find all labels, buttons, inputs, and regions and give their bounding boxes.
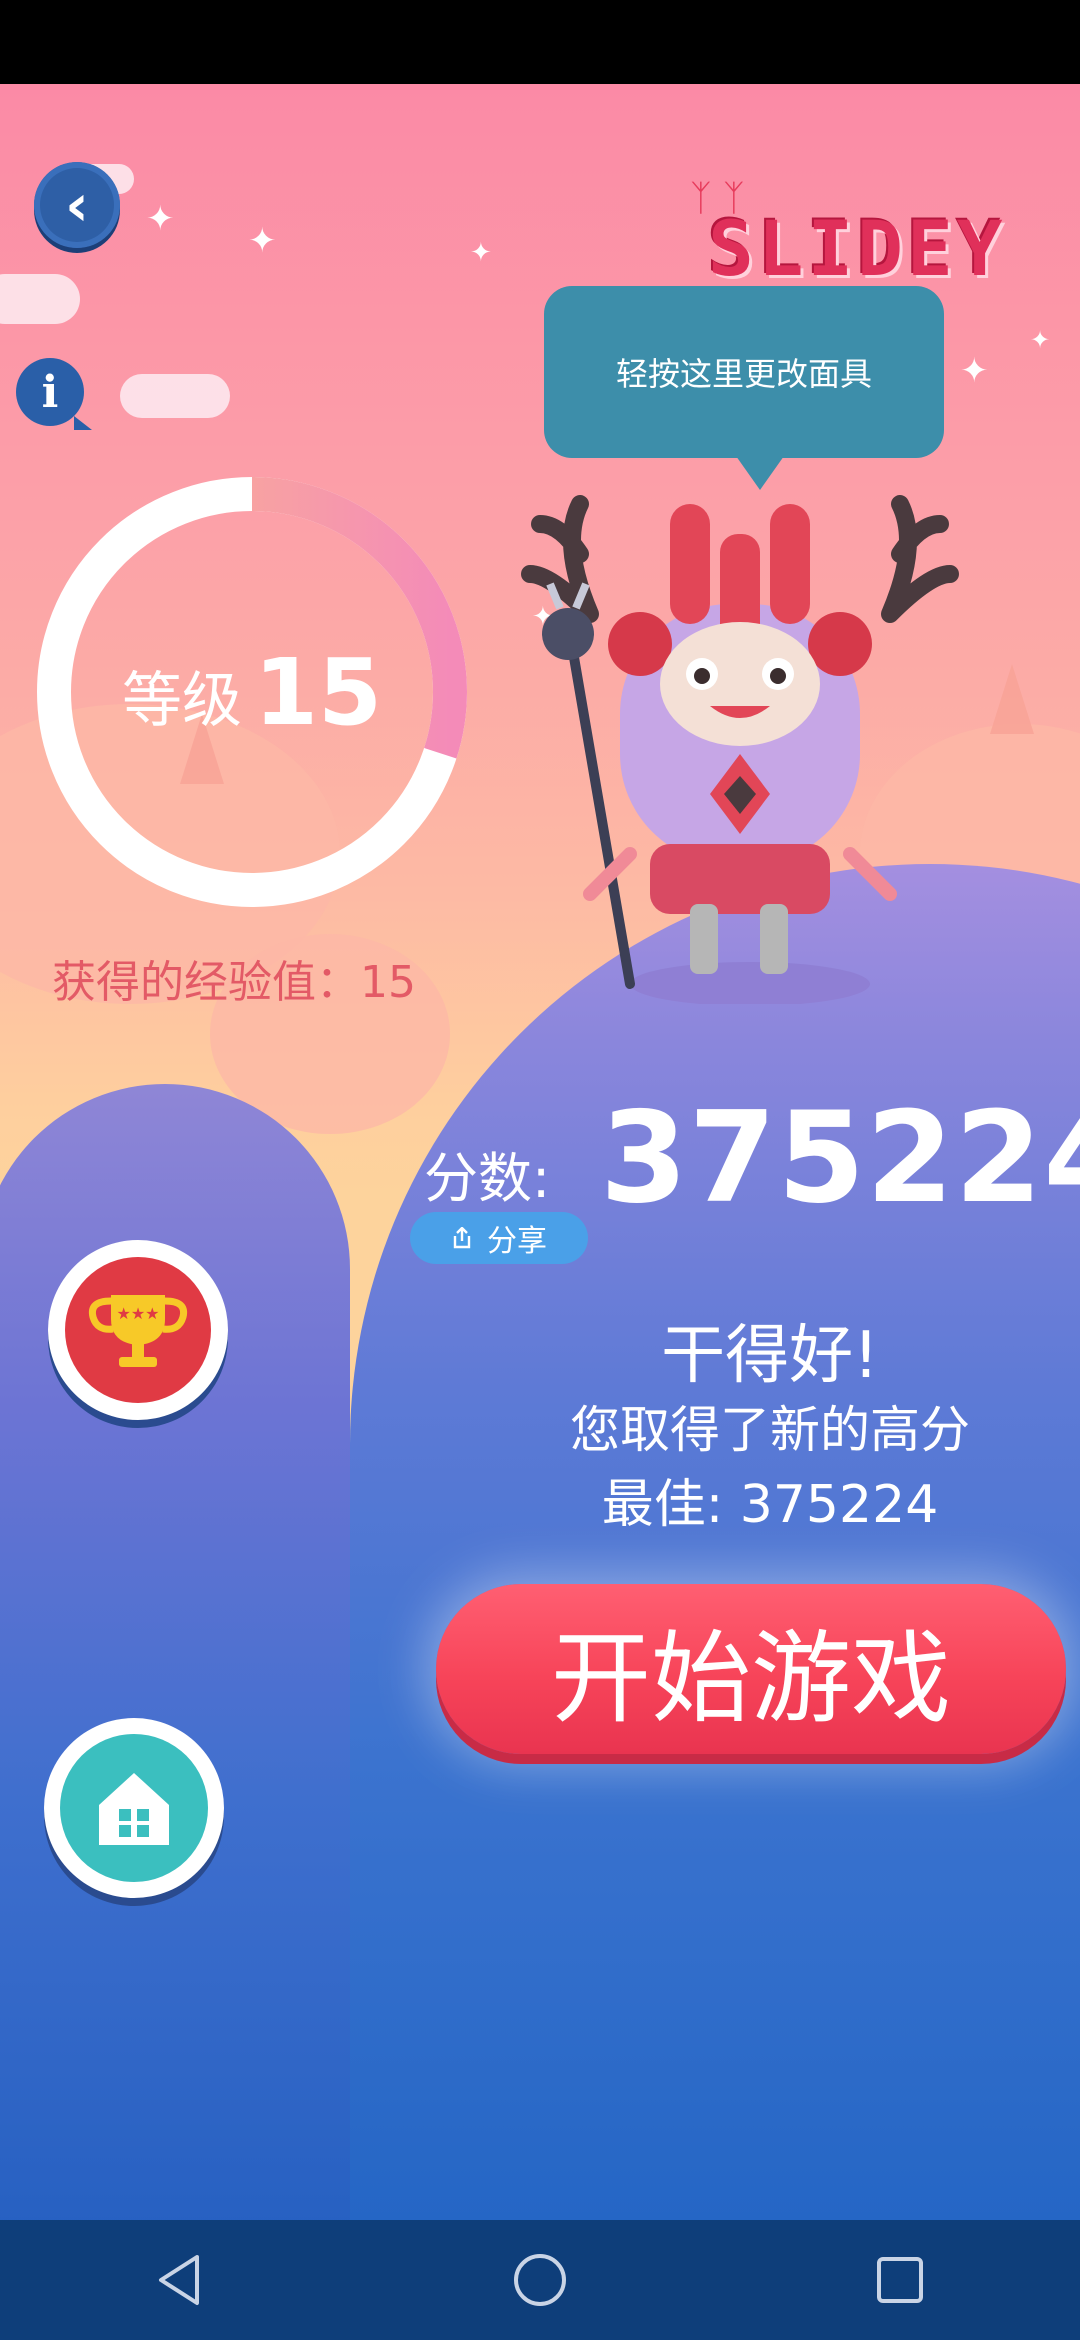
nav-back-button[interactable]: [120, 2220, 240, 2340]
nav-home-icon: [514, 2254, 566, 2306]
sparkle-icon: ✦: [248, 221, 277, 261]
masked-character[interactable]: [520, 484, 960, 1004]
exp-gained-text: 获得的经验值：15: [52, 957, 416, 1008]
best-score: 最佳: 375224: [601, 1475, 939, 1535]
character-shadow: [630, 962, 870, 1004]
cloud-decoration: [120, 374, 230, 418]
nav-recent-icon: [877, 2257, 923, 2303]
home-button[interactable]: [44, 1718, 224, 1898]
face: [660, 622, 820, 746]
level-number: 15: [253, 638, 383, 746]
share-icon: [453, 1227, 471, 1249]
trophy-icon: ★★★: [88, 1295, 188, 1367]
nav-recent-button[interactable]: [840, 2220, 960, 2340]
arm-right: [843, 847, 897, 901]
sparkle-icon: ✦: [470, 238, 492, 268]
leaderboard-button[interactable]: ★★★: [48, 1240, 228, 1420]
right-pillar: [350, 864, 1080, 2220]
game-screen: ✦ ✦ ✦ ✦ ✦ ✦ ᛉ ᛉ SLIDEY ‹ i 等级 15 获得的经验值：…: [0, 84, 1080, 2220]
home-icon: [99, 1773, 169, 1845]
chevron-left-icon: ‹: [65, 171, 89, 239]
leg-right: [760, 904, 788, 974]
result-title: 干得好!: [661, 1319, 879, 1393]
home-badge: [60, 1734, 208, 1882]
share-button[interactable]: 分享: [410, 1212, 588, 1264]
trophy-badge: ★★★: [65, 1257, 211, 1403]
sparkle-icon: ✦: [1030, 326, 1051, 354]
pupil-right: [770, 668, 786, 684]
share-label: 分享: [487, 1224, 547, 1259]
system-nav-bar: [0, 2220, 1080, 2340]
mask-horn-left: [670, 504, 710, 624]
score-value: 375224: [600, 1084, 1080, 1231]
start-game-button[interactable]: 开始游戏: [436, 1584, 1066, 1754]
tree-decoration: [990, 664, 1034, 734]
staff: [565, 629, 635, 989]
level-display: 等级 15: [32, 472, 472, 912]
info-button[interactable]: i: [16, 358, 92, 430]
mask-ear-left: [608, 612, 672, 676]
status-bar: [0, 0, 1080, 84]
pupil-left: [694, 668, 710, 684]
sparkle-icon: ✦: [146, 199, 175, 239]
nav-home-button[interactable]: [480, 2220, 600, 2340]
body: [650, 844, 830, 914]
level-label: 等级: [121, 665, 242, 736]
svg-text:★★★: ★★★: [116, 1304, 159, 1323]
back-button[interactable]: ‹: [34, 162, 120, 248]
app-logo: SLIDEY: [708, 204, 1007, 293]
sparkle-icon: ✦: [960, 351, 989, 391]
change-mask-tooltip[interactable]: 轻按这里更改面具: [544, 286, 944, 458]
nav-back-icon: [159, 2255, 199, 2305]
result-subtitle: 您取得了新的高分: [570, 1401, 970, 1459]
mask-horn-right: [770, 504, 810, 624]
cloud-decoration: [0, 274, 80, 324]
score-label: 分数:: [424, 1147, 551, 1210]
leg-left: [690, 904, 718, 974]
mask-ear-right: [808, 612, 872, 676]
right-antler: [881, 495, 959, 623]
staff-skull: [542, 608, 594, 660]
info-icon: i: [41, 366, 59, 418]
